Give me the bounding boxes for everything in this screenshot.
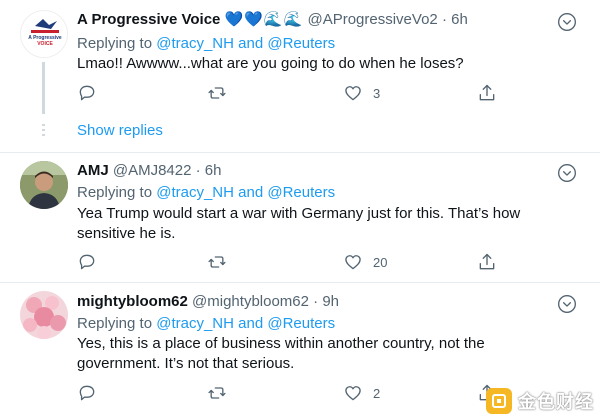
timestamp[interactable]: 6h	[205, 162, 222, 179]
watermark: 金色财经	[486, 387, 594, 415]
thread-line	[42, 62, 45, 114]
tweet-header: mightybloom62 @mightybloom62 · 9h	[77, 292, 339, 312]
tweet-header: A Progressive Voice 💙💙🌊🌊 @AProgressiveVo…	[77, 10, 468, 30]
share-icon	[479, 253, 495, 270]
timestamp[interactable]: 9h	[322, 293, 339, 310]
show-replies-link[interactable]: Show replies	[77, 122, 163, 139]
separator: ·	[441, 11, 447, 28]
tweet-text: Yea Trump would start a war with Germany…	[77, 205, 521, 242]
like-button[interactable]: 2	[343, 381, 380, 405]
share-button[interactable]	[477, 81, 497, 105]
more-icon	[558, 295, 576, 313]
reply-icon	[79, 385, 95, 401]
reply-icon	[79, 254, 95, 270]
user-handle[interactable]: @mightybloom62	[192, 293, 309, 310]
like-count: 20	[373, 254, 388, 270]
like-icon	[345, 86, 361, 101]
like-icon	[345, 255, 361, 270]
more-icon	[558, 13, 576, 31]
watermark-logo-icon	[486, 388, 512, 414]
flower-avatar-icon	[20, 291, 68, 339]
retweet-icon	[208, 87, 226, 99]
reply-mention-1[interactable]: @tracy_NH	[156, 315, 234, 332]
more-button[interactable]	[556, 294, 578, 314]
reply-button[interactable]	[77, 81, 97, 105]
tweet-header: AMJ @AMJ8422 · 6h	[77, 161, 221, 181]
replying-to: Replying to @tracy_NH and @Reuters	[77, 314, 335, 334]
tweet-text: Lmao!! Awwww...what are you going to do …	[77, 55, 464, 72]
separator: ·	[313, 293, 319, 310]
replying-prefix: Replying to	[77, 184, 153, 201]
progressive-voice-logo-icon: A Progressive VOICE	[21, 11, 67, 57]
retweet-button[interactable]	[207, 250, 227, 274]
user-handle[interactable]: @AMJ8422	[113, 162, 192, 179]
avatar[interactable]	[20, 161, 68, 209]
user-photo-icon	[20, 161, 68, 209]
more-button[interactable]	[556, 12, 578, 32]
watermark-text: 金色财经	[518, 392, 594, 412]
thread-dots	[42, 124, 45, 140]
tweet-1[interactable]: A Progressive VOICE A Progressive Voice …	[0, 0, 600, 152]
reply-and[interactable]: and	[238, 315, 263, 332]
tweet-actions: 2	[77, 381, 517, 405]
avatar[interactable]: A Progressive VOICE	[20, 10, 68, 58]
replying-prefix: Replying to	[77, 35, 153, 52]
reply-mention-2[interactable]: @Reuters	[267, 35, 335, 52]
share-button[interactable]	[477, 250, 497, 274]
like-icon	[345, 386, 361, 401]
retweet-button[interactable]	[207, 381, 227, 405]
reply-mention-1[interactable]: @tracy_NH	[156, 184, 234, 201]
more-button[interactable]	[556, 163, 578, 183]
separator: ·	[195, 162, 201, 179]
like-button[interactable]: 20	[343, 250, 387, 274]
name-emoji: 💙💙🌊🌊	[224, 11, 304, 28]
tweet-2[interactable]: AMJ @AMJ8422 · 6h Replying to @tracy_NH …	[0, 153, 600, 282]
tweet-actions: 3	[77, 81, 517, 105]
more-icon	[558, 164, 576, 182]
replying-to: Replying to @tracy_NH and @Reuters	[77, 34, 335, 54]
reply-icon	[79, 85, 95, 101]
avatar[interactable]	[20, 291, 68, 339]
display-name[interactable]: AMJ	[77, 162, 109, 179]
like-count: 3	[373, 85, 381, 101]
reply-mention-1[interactable]: @tracy_NH	[156, 35, 234, 52]
reply-button[interactable]	[77, 250, 97, 274]
replying-prefix: Replying to	[77, 315, 153, 332]
reply-mention-2[interactable]: @Reuters	[267, 184, 335, 201]
retweet-button[interactable]	[207, 81, 227, 105]
replying-to: Replying to @tracy_NH and @Reuters	[77, 183, 335, 203]
tweet-text: Yes, this is a place of business within …	[77, 335, 485, 372]
reply-button[interactable]	[77, 381, 97, 405]
svg-text:VOICE: VOICE	[37, 41, 53, 47]
like-button[interactable]: 3	[343, 81, 380, 105]
like-count: 2	[373, 385, 381, 401]
reply-mention-2[interactable]: @Reuters	[267, 315, 335, 332]
user-handle[interactable]: @AProgressiveVo2	[307, 11, 437, 28]
reply-and[interactable]: and	[238, 35, 263, 52]
timestamp[interactable]: 6h	[451, 11, 468, 28]
retweet-icon	[208, 256, 226, 268]
display-name[interactable]: A Progressive Voice	[77, 11, 220, 28]
reply-and[interactable]: and	[238, 184, 263, 201]
display-name[interactable]: mightybloom62	[77, 293, 188, 310]
share-icon	[479, 84, 495, 101]
retweet-icon	[208, 387, 226, 399]
tweet-actions: 20	[77, 250, 517, 274]
